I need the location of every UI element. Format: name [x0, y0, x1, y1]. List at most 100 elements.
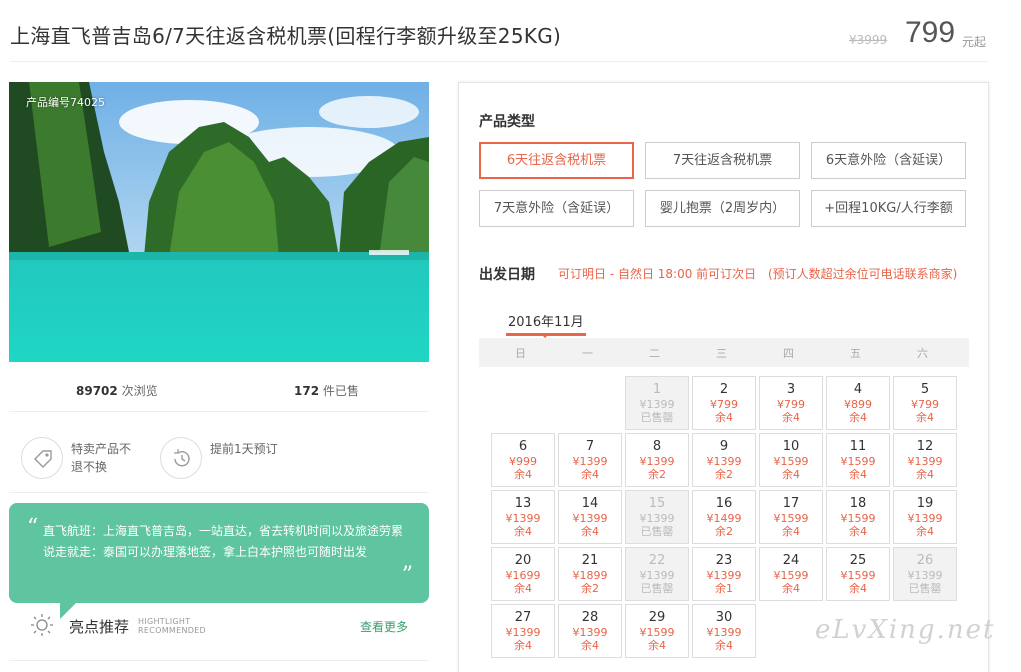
- calendar-day-price: ¥1399: [639, 455, 675, 468]
- month-tab[interactable]: 2016年11月: [508, 311, 584, 330]
- calendar-day-availability: 余4: [916, 468, 934, 481]
- calendar-day-price: ¥1399: [505, 626, 541, 639]
- calendar-day-price: ¥1599: [840, 455, 876, 468]
- highlight-line-1: 直飞航班：上海直飞普吉岛，一站直达，省去转机时间以及旅途劳累: [43, 524, 404, 538]
- calendar-day[interactable]: 8 ¥1399 余2: [625, 433, 689, 487]
- product-photo: 产品编号74025: [9, 82, 429, 362]
- calendar-day-number: 14: [581, 496, 599, 511]
- calendar-day-number: 6: [518, 439, 528, 454]
- recommend-divider: [9, 660, 429, 661]
- calendar-day[interactable]: 12 ¥1399 余4: [893, 433, 957, 487]
- calendar-day[interactable]: 19 ¥1399 余4: [893, 490, 957, 544]
- page-title: 上海直飞普吉岛6/7天往返含税机票(回程行李额升级至25KG): [10, 24, 562, 48]
- calendar-day-price: ¥1399: [639, 569, 675, 582]
- calendar-day-availability: 余4: [581, 525, 599, 538]
- calendar-day-availability: 已售罄: [640, 582, 674, 595]
- views-label: 次浏览: [121, 384, 158, 398]
- calendar-day[interactable]: 20 ¥1699 余4: [491, 547, 555, 601]
- views-stat: 89702 次浏览: [76, 382, 158, 399]
- view-more-link[interactable]: 查看更多: [360, 618, 408, 635]
- type-option-extra-luggage[interactable]: +回程10KG/人行李额: [811, 190, 966, 227]
- calendar-day-price: ¥799: [777, 398, 805, 411]
- calendar-day-number: 12: [916, 439, 934, 454]
- calendar-day-availability: 已售罄: [640, 411, 674, 424]
- calendar-day-availability: 余1: [715, 582, 733, 595]
- weekday-sat: 六: [917, 347, 928, 360]
- product-type-label: 产品类型: [479, 114, 535, 130]
- calendar-day[interactable]: 17 ¥1599 余4: [759, 490, 823, 544]
- calendar-day[interactable]: 25 ¥1599 余4: [826, 547, 890, 601]
- calendar-day[interactable]: 18 ¥1599 余4: [826, 490, 890, 544]
- type-option-7day-insurance[interactable]: 7天意外险（含延误）: [479, 190, 634, 227]
- calendar-day-number: 18: [849, 496, 867, 511]
- calendar-day-number: 15: [648, 496, 666, 511]
- calendar-day-availability: 余4: [715, 411, 733, 424]
- type-option-6day-ticket[interactable]: 6天往返含税机票: [479, 142, 634, 179]
- calendar-day-number: 19: [916, 496, 934, 511]
- contact-note: (预订人数超过余位可电话联系商家): [768, 267, 958, 281]
- calendar-day[interactable]: 23 ¥1399 余1: [692, 547, 756, 601]
- weekday-wed: 三: [716, 347, 727, 360]
- recommend-subtitle: HIGHTLIGHT RECOMMENDED: [138, 617, 206, 635]
- weekday-sun: 日: [515, 347, 526, 360]
- calendar-day-number: 28: [581, 610, 599, 625]
- original-price: ¥3999: [849, 33, 888, 47]
- views-count: 89702: [76, 384, 118, 398]
- calendar-day[interactable]: 24 ¥1599 余4: [759, 547, 823, 601]
- calendar-day[interactable]: 29 ¥1599 余4: [625, 604, 689, 658]
- type-option-infant-ticket[interactable]: 婴儿抱票（2周岁内）: [645, 190, 800, 227]
- calendar-day[interactable]: 10 ¥1599 余4: [759, 433, 823, 487]
- calendar-day-number: 27: [514, 610, 532, 625]
- calendar-day-availability: 余4: [715, 639, 733, 652]
- calendar-day[interactable]: 14 ¥1399 余4: [558, 490, 622, 544]
- calendar-day-availability: 余4: [648, 639, 666, 652]
- calendar-day[interactable]: 28 ¥1399 余4: [558, 604, 622, 658]
- calendar-day-availability: 余4: [514, 468, 532, 481]
- calendar-day-number: 8: [652, 439, 662, 454]
- weekday-header: 日 一 二 三 四 五 六: [479, 338, 969, 367]
- calendar-day-price: ¥1599: [773, 455, 809, 468]
- calendar-day[interactable]: 11 ¥1599 余4: [826, 433, 890, 487]
- calendar-day[interactable]: 3 ¥799 余4: [759, 376, 823, 430]
- calendar-day-price: ¥799: [911, 398, 939, 411]
- calendar-day[interactable]: 30 ¥1399 余4: [692, 604, 756, 658]
- calendar-day[interactable]: 13 ¥1399 余4: [491, 490, 555, 544]
- calendar-day-price: ¥1399: [907, 455, 943, 468]
- quote-open-icon: “: [27, 515, 39, 540]
- type-option-6day-insurance[interactable]: 6天意外险（含延误）: [811, 142, 966, 179]
- calendar-day-number: 10: [782, 439, 800, 454]
- calendar-day-number: 5: [920, 382, 930, 397]
- calendar-day[interactable]: 6 ¥999 余4: [491, 433, 555, 487]
- calendar-day-price: ¥1899: [572, 569, 608, 582]
- calendar-day-availability: 余2: [715, 468, 733, 481]
- calendar-day[interactable]: 4 ¥899 余4: [826, 376, 890, 430]
- calendar-day-availability: 余4: [581, 468, 599, 481]
- calendar-day-price: ¥899: [844, 398, 872, 411]
- calendar-day-price: ¥1399: [706, 455, 742, 468]
- calendar-day-number: 2: [719, 382, 729, 397]
- calendar-day-availability: 余2: [648, 468, 666, 481]
- calendar-day[interactable]: 9 ¥1399 余2: [692, 433, 756, 487]
- features-divider: [9, 492, 429, 493]
- calendar-day[interactable]: 5 ¥799 余4: [893, 376, 957, 430]
- calendar-day-number: 4: [853, 382, 863, 397]
- calendar-day-availability: 余4: [782, 525, 800, 538]
- stats-divider: [9, 411, 429, 412]
- calendar-day[interactable]: 21 ¥1899 余2: [558, 547, 622, 601]
- calendar-day-availability: 余4: [916, 411, 934, 424]
- calendar-day[interactable]: 27 ¥1399 余4: [491, 604, 555, 658]
- type-option-7day-ticket[interactable]: 7天往返含税机票: [645, 142, 800, 179]
- calendar-day-number: 29: [648, 610, 666, 625]
- calendar-day-number: 3: [786, 382, 796, 397]
- calendar-day[interactable]: 16 ¥1499 余2: [692, 490, 756, 544]
- calendar-day-number: 13: [514, 496, 532, 511]
- calendar-day[interactable]: 2 ¥799 余4: [692, 376, 756, 430]
- feature-text: 特卖产品不退不换: [71, 442, 132, 474]
- calendar-day-price: ¥1599: [773, 569, 809, 582]
- calendar-day-price: ¥1399: [706, 569, 742, 582]
- calendar-day-price: ¥1599: [840, 512, 876, 525]
- calendar-day[interactable]: 7 ¥1399 余4: [558, 433, 622, 487]
- calendar-day-availability: 余4: [782, 411, 800, 424]
- calendar-day-price: ¥1399: [572, 626, 608, 639]
- calendar-day-price: ¥1399: [639, 398, 675, 411]
